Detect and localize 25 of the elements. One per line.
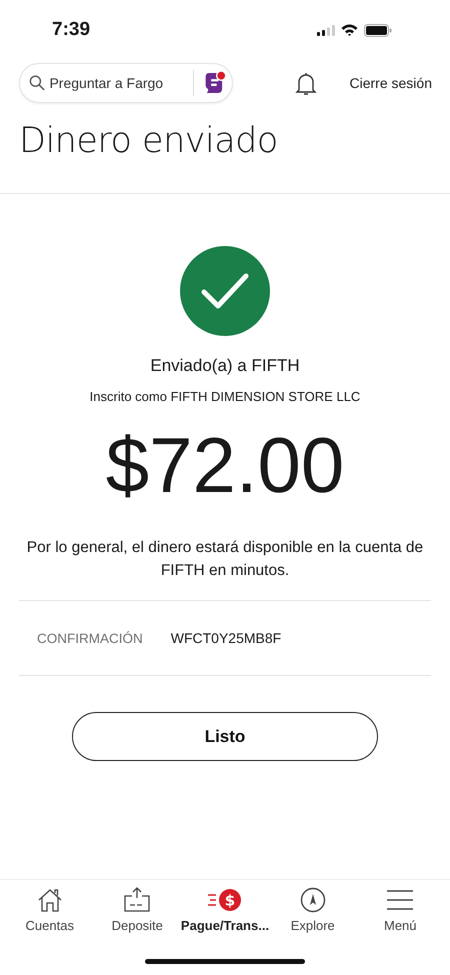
- recipient-text: Enviado(a) a FIFTH: [150, 356, 300, 376]
- amount-text: $72.00: [106, 420, 344, 510]
- tab-bar-item[interactable]: Deposite: [94, 880, 181, 940]
- search-icon: [29, 74, 46, 92]
- done-button[interactable]: Listo: [72, 712, 378, 761]
- tab-bar-item[interactable]: $ Pague/Trans...: [181, 880, 269, 940]
- deposit-icon: [123, 887, 152, 913]
- tab-bar-item[interactable]: Cuentas: [6, 880, 94, 940]
- compass-icon: [300, 887, 326, 913]
- availability-note: Por lo general, el dinero estará disponible en la cuenta de FIFTH en minutos.: [26, 538, 424, 581]
- search-bar[interactable]: Preguntar a Fargo: [19, 63, 233, 103]
- signal-icon: [317, 24, 335, 36]
- home-icon: [36, 887, 63, 913]
- status-time: 7:39: [52, 19, 90, 41]
- tab-bar-item[interactable]: Explore: [269, 880, 356, 940]
- enrolled-text: Inscrito como FIFTH DIMENSION STORE LLC: [90, 389, 360, 404]
- battery-icon: [364, 24, 392, 36]
- bell-icon[interactable]: [295, 70, 317, 96]
- wifi-icon: [341, 24, 358, 36]
- check-icon: [180, 246, 270, 336]
- logout-link[interactable]: Cierre sesión: [350, 75, 432, 91]
- tab-bar-item[interactable]: Menú: [356, 880, 444, 940]
- page-title: Dinero enviado: [19, 120, 279, 163]
- confirmation-label: CONFIRMACIÓN: [37, 630, 143, 646]
- confirmation-number: WFCT0Y25MB8F: [170, 630, 282, 646]
